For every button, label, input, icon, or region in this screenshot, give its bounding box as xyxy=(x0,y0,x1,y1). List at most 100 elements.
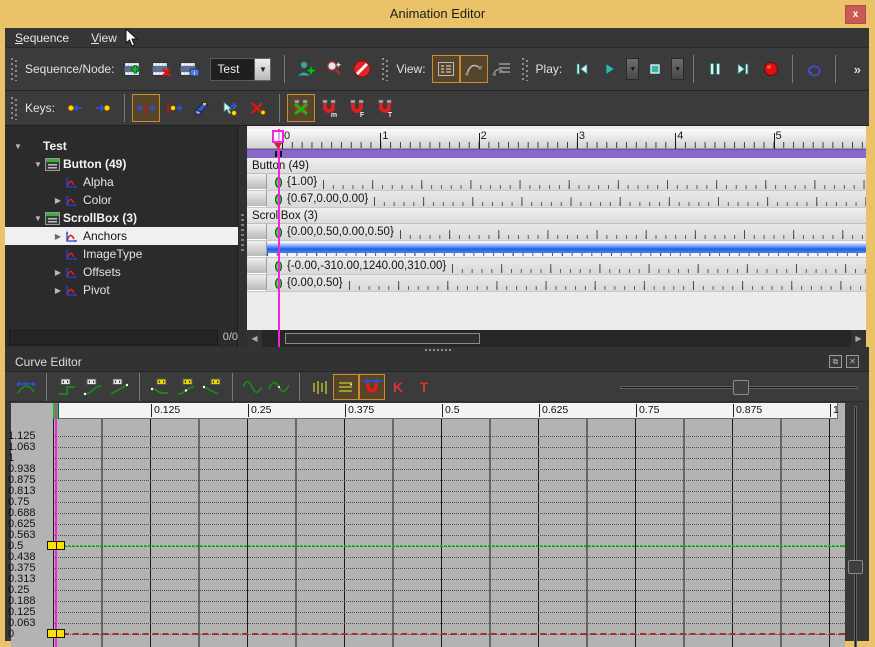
view-combined-toggle[interactable] xyxy=(488,55,516,83)
curve-key-icon[interactable] xyxy=(57,630,65,637)
tree-item-test[interactable]: ▼Test xyxy=(5,137,237,155)
caret-collapsed-icon[interactable]: ▶ xyxy=(51,232,65,241)
caret-collapsed-icon[interactable]: ▶ xyxy=(51,196,65,205)
float-icon[interactable]: ⧉ xyxy=(829,355,842,368)
timeline-playhead-line[interactable] xyxy=(278,129,280,347)
key-next-button[interactable] xyxy=(89,94,117,122)
track-gutter-cell[interactable] xyxy=(247,191,267,207)
record-button[interactable] xyxy=(757,55,785,83)
playhead-marker[interactable] xyxy=(272,130,284,143)
timeline-track-row[interactable]: {0.67,0.00,0.00} xyxy=(247,191,866,208)
hscrollbar-thumb[interactable] xyxy=(285,333,480,344)
go-to-start-button[interactable] xyxy=(568,55,596,83)
curve-keyframe-pair[interactable] xyxy=(47,541,65,550)
tree-item-offsets[interactable]: ▶Offsets xyxy=(5,263,237,281)
track-body[interactable]: {0.00,0.50,0.00,0.50} xyxy=(267,224,866,240)
curve-k-button[interactable]: K xyxy=(385,374,411,400)
track-gutter-cell[interactable] xyxy=(247,174,267,190)
graph-plot-grid[interactable] xyxy=(53,419,845,647)
tree-item-imagetype[interactable]: ImageType xyxy=(5,245,237,263)
timeline-track-row[interactable]: {0.00,0.50} xyxy=(247,275,866,292)
caret-expanded-icon[interactable]: ▼ xyxy=(11,142,25,151)
track-gutter-cell[interactable] xyxy=(247,258,267,274)
tree-item-pivot[interactable]: ▶Pivot xyxy=(5,281,237,299)
scroll-right-button[interactable]: ▶ xyxy=(851,330,866,347)
graph-time-ruler[interactable]: 0.1250.250.3750.50.6250.750.8751 xyxy=(53,403,838,419)
graph-playhead-line[interactable] xyxy=(55,403,57,647)
track-gutter-cell[interactable] xyxy=(247,241,267,257)
view-dopesheet-toggle[interactable] xyxy=(432,55,460,83)
move-keys-button[interactable] xyxy=(132,94,160,122)
tangent-ease-in-button[interactable] xyxy=(80,374,106,400)
tree-timeline-splitter[interactable] xyxy=(238,126,247,347)
track-gutter-cell[interactable] xyxy=(247,224,267,240)
stop-options-dropdown[interactable]: ▼ xyxy=(671,58,684,80)
new-sequence-button[interactable] xyxy=(120,55,148,83)
curve-key-icon[interactable] xyxy=(57,542,65,549)
track-gutter-cell[interactable] xyxy=(247,275,267,291)
close-button[interactable]: x xyxy=(845,5,866,24)
curve-key-icon[interactable] xyxy=(48,630,56,637)
sequence-info-button[interactable]: i xyxy=(176,55,204,83)
timeline-track-row[interactable]: {1.00} xyxy=(247,174,866,191)
close-icon[interactable]: ✕ xyxy=(846,355,859,368)
snap-magnet-t-button[interactable]: T xyxy=(371,94,399,122)
go-to-end-button[interactable] xyxy=(729,55,757,83)
toolbar-overflow-button[interactable]: » xyxy=(854,62,859,77)
tree-item-scrollbox-3[interactable]: ▼ScrollBox (3) xyxy=(5,209,237,227)
tangent-out-step-button[interactable] xyxy=(147,374,173,400)
menu-view[interactable]: View xyxy=(91,31,117,45)
view-curves-toggle[interactable] xyxy=(460,55,488,83)
track-body[interactable]: {1.00} xyxy=(267,174,866,190)
pick-node-button[interactable] xyxy=(320,55,348,83)
track-body[interactable]: {0.00,0.50} xyxy=(267,275,866,291)
timeline-ruler[interactable]: 012345 xyxy=(247,129,866,149)
timeline-track-row[interactable]: {-0.00,-310.00,1240.00,310.00} xyxy=(247,258,866,275)
timeline-group-row[interactable]: Button (49) xyxy=(247,158,866,174)
loop-button[interactable] xyxy=(800,55,828,83)
selected-track-bar[interactable] xyxy=(267,243,866,253)
curve-key-icon[interactable] xyxy=(48,542,56,549)
delete-key-button[interactable] xyxy=(244,94,272,122)
timeline-group-row[interactable]: ScrollBox (3) xyxy=(247,208,866,224)
snap-off-button[interactable] xyxy=(287,94,315,122)
timeline-track-row[interactable]: {0.00,0.50,0.00,0.50} xyxy=(247,224,866,241)
curve-keyframe-pair[interactable] xyxy=(47,629,65,638)
remove-node-button[interactable] xyxy=(348,55,376,83)
key-prev-button[interactable] xyxy=(61,94,89,122)
curve-snap-toggle[interactable] xyxy=(359,374,385,400)
slide-keys-button[interactable] xyxy=(160,94,188,122)
sequence-select[interactable]: Test▼ xyxy=(210,58,271,81)
graph-vscroll-thumb[interactable] xyxy=(848,560,863,574)
snap-magnet-m-button[interactable]: m xyxy=(315,94,343,122)
smooth-curve-button[interactable] xyxy=(240,374,266,400)
timeline-range-bar[interactable] xyxy=(247,149,866,158)
pause-button[interactable] xyxy=(701,55,729,83)
scroll-left-button[interactable]: ◀ xyxy=(247,330,262,347)
curve-t-button[interactable]: T xyxy=(411,374,437,400)
caret-collapsed-icon[interactable]: ▶ xyxy=(51,268,65,277)
play-options-dropdown[interactable]: ▼ xyxy=(626,58,639,80)
menu-sequence[interactable]: Sequence xyxy=(15,31,69,45)
stop-button[interactable] xyxy=(641,55,669,83)
timeline-track-selected[interactable] xyxy=(247,241,866,258)
tree-item-alpha[interactable]: Alpha xyxy=(5,173,237,191)
curve-constant-value-0[interactable] xyxy=(53,633,845,635)
play-button[interactable] xyxy=(596,55,624,83)
paint-keys-button[interactable] xyxy=(188,94,216,122)
track-body[interactable] xyxy=(267,241,866,257)
tangent-out-linear-button[interactable] xyxy=(199,374,225,400)
smooth-curve-alt-button[interactable] xyxy=(266,374,292,400)
track-body[interactable]: {-0.00,-310.00,1240.00,310.00} xyxy=(267,258,866,274)
caret-collapsed-icon[interactable]: ▶ xyxy=(51,286,65,295)
tangent-out-ease-button[interactable] xyxy=(173,374,199,400)
title-bar[interactable]: Animation Editor x xyxy=(0,0,875,28)
add-node-button[interactable] xyxy=(292,55,320,83)
flatten-tangents-button[interactable] xyxy=(13,374,39,400)
curve-zoom-slider-thumb[interactable] xyxy=(733,380,749,395)
delete-sequence-button[interactable] xyxy=(148,55,176,83)
tangent-step-button[interactable] xyxy=(54,374,80,400)
vertical-grid-toggle[interactable] xyxy=(307,374,333,400)
snap-magnet-f-button[interactable]: F xyxy=(343,94,371,122)
tree-item-button-49[interactable]: ▼Button (49) xyxy=(5,155,237,173)
